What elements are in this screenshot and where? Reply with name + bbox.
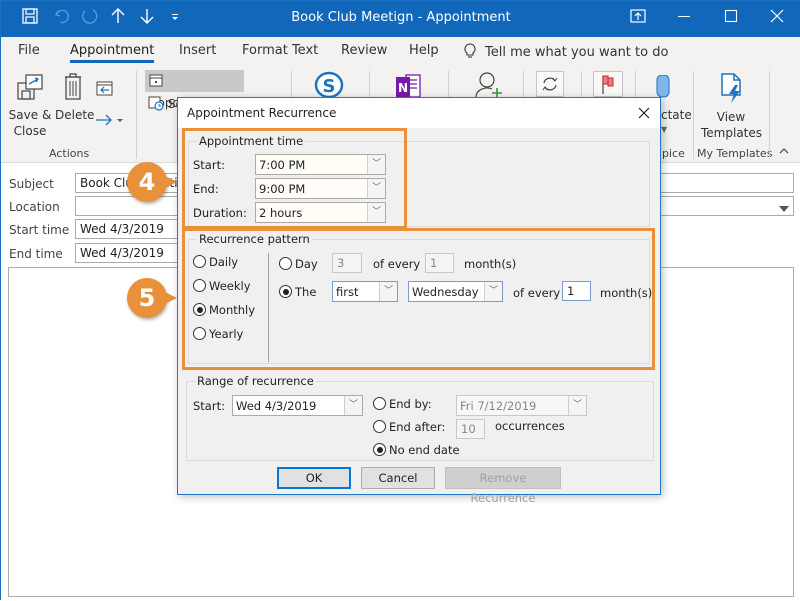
tab-file[interactable]: File bbox=[18, 43, 40, 58]
end-by-label: End by: bbox=[389, 397, 432, 411]
radio-circle bbox=[373, 420, 386, 433]
svg-text:N: N bbox=[398, 81, 408, 95]
tell-me-search[interactable]: Tell me what you want to do bbox=[463, 43, 668, 60]
recurrence-button[interactable] bbox=[536, 71, 564, 97]
save-close-label-1: Save & bbox=[8, 108, 52, 122]
templates-icon bbox=[721, 73, 741, 103]
no-end-date-radio[interactable]: No end date bbox=[373, 443, 460, 457]
step-4-callout: 4 bbox=[127, 162, 177, 202]
end-date-input[interactable]: Wed 4/3/2019 bbox=[75, 243, 185, 263]
calendar-icon bbox=[149, 74, 163, 87]
collapse-ribbon-icon[interactable] bbox=[779, 147, 789, 158]
onenote-icon[interactable]: N bbox=[394, 73, 424, 100]
dialog-close-button[interactable] bbox=[638, 102, 650, 124]
outlook-appointment-window: Book Club Meetign - Appointment File App… bbox=[0, 0, 800, 601]
range-start-value: Wed 4/3/2019 bbox=[236, 399, 317, 413]
save-and-close-button[interactable]: Save & Close bbox=[7, 71, 53, 139]
calendar-forward-icon[interactable] bbox=[96, 79, 114, 100]
no-end-date-label: No end date bbox=[389, 443, 460, 457]
chevron-down-icon[interactable]: ﹀ bbox=[344, 396, 362, 415]
close-button[interactable] bbox=[754, 7, 800, 29]
tab-appointment[interactable]: Appointment bbox=[70, 43, 155, 63]
occurrences-label: occurrences bbox=[495, 419, 565, 433]
my-templates-group-label: My Templates bbox=[697, 147, 773, 160]
tab-review[interactable]: Review bbox=[341, 43, 387, 58]
dialog-title-bar: Appointment Recurrence bbox=[178, 98, 660, 128]
title-bar: Book Club Meetign - Appointment bbox=[1, 1, 800, 37]
chevron-down-icon[interactable]: ﹀ bbox=[568, 396, 586, 415]
tab-insert[interactable]: Insert bbox=[179, 43, 216, 58]
ribbon-tabs: File Appointment Insert Format Text Revi… bbox=[1, 37, 800, 67]
ribbon-display-options-icon[interactable] bbox=[615, 7, 661, 29]
occurrences-input[interactable]: 10 bbox=[456, 419, 485, 439]
save-close-label-2: Close bbox=[13, 124, 47, 138]
scheduling-icon bbox=[148, 96, 164, 111]
range-start-label: Start: bbox=[193, 399, 225, 413]
delete-button[interactable]: Delete bbox=[55, 71, 95, 123]
tab-help[interactable]: Help bbox=[409, 43, 439, 58]
end-after-radio[interactable]: End after: bbox=[373, 420, 445, 434]
end-by-date-combo[interactable]: Fri 7/12/2019 ﹀ bbox=[456, 395, 587, 416]
range-legend: Range of recurrence bbox=[195, 374, 316, 388]
end-by-radio[interactable]: End by: bbox=[373, 397, 432, 411]
lightbulb-icon bbox=[464, 43, 476, 58]
svg-text:S: S bbox=[323, 76, 336, 97]
cancel-button[interactable]: Cancel bbox=[361, 467, 435, 489]
view-templates-button[interactable]: View Templates bbox=[701, 71, 763, 141]
actions-group-label: Actions bbox=[49, 147, 90, 160]
ribbon-separator bbox=[136, 71, 137, 159]
end-by-value: Fri 7/12/2019 bbox=[460, 399, 537, 413]
step-5-callout: 5 bbox=[127, 278, 177, 318]
end-after-label: End after: bbox=[389, 420, 446, 434]
delete-label: Delete bbox=[55, 108, 95, 122]
view-templates-label-2: Templates bbox=[701, 126, 763, 140]
invite-attendees-icon[interactable] bbox=[474, 71, 504, 100]
subject-label: Subject bbox=[9, 177, 54, 191]
range-start-combo[interactable]: Wed 4/3/2019 ﹀ bbox=[232, 395, 363, 416]
appointment-time-highlight bbox=[182, 128, 407, 229]
maximize-button[interactable] bbox=[708, 7, 754, 29]
view-templates-label-1: View bbox=[716, 110, 746, 124]
follow-up-flag-button[interactable] bbox=[593, 71, 623, 97]
save-close-icon bbox=[17, 74, 43, 100]
trash-icon bbox=[65, 73, 81, 100]
minimize-button[interactable] bbox=[661, 7, 707, 29]
tell-me-text: Tell me what you want to do bbox=[485, 45, 669, 60]
dictate-button[interactable]: ctate bbox=[661, 107, 692, 123]
start-time-label: Start time bbox=[9, 223, 70, 237]
appointment-view-button[interactable]: Appointment bbox=[145, 70, 244, 110]
ok-button[interactable]: OK bbox=[277, 467, 351, 489]
forward-icon[interactable] bbox=[95, 113, 125, 130]
tab-format-text[interactable]: Format Text bbox=[242, 43, 318, 58]
location-dropdown-icon[interactable] bbox=[779, 202, 789, 216]
voice-group-label: pice bbox=[662, 147, 685, 160]
location-label: Location bbox=[9, 200, 60, 214]
ribbon-separator bbox=[769, 71, 770, 159]
ribbon-separator bbox=[693, 71, 694, 159]
start-date-input[interactable]: Wed 4/3/2019 bbox=[75, 219, 185, 239]
dictate-dropdown-icon[interactable]: ▼ bbox=[661, 125, 667, 134]
end-time-label: End time bbox=[9, 247, 63, 261]
remove-recurrence-button[interactable]: Remove Recurrence bbox=[445, 467, 561, 505]
radio-circle-selected bbox=[373, 443, 386, 456]
recurrence-pattern-highlight bbox=[182, 228, 655, 370]
dictate-label: ctate bbox=[661, 108, 692, 122]
radio-circle bbox=[373, 397, 386, 410]
dialog-title: Appointment Recurrence bbox=[187, 106, 337, 120]
